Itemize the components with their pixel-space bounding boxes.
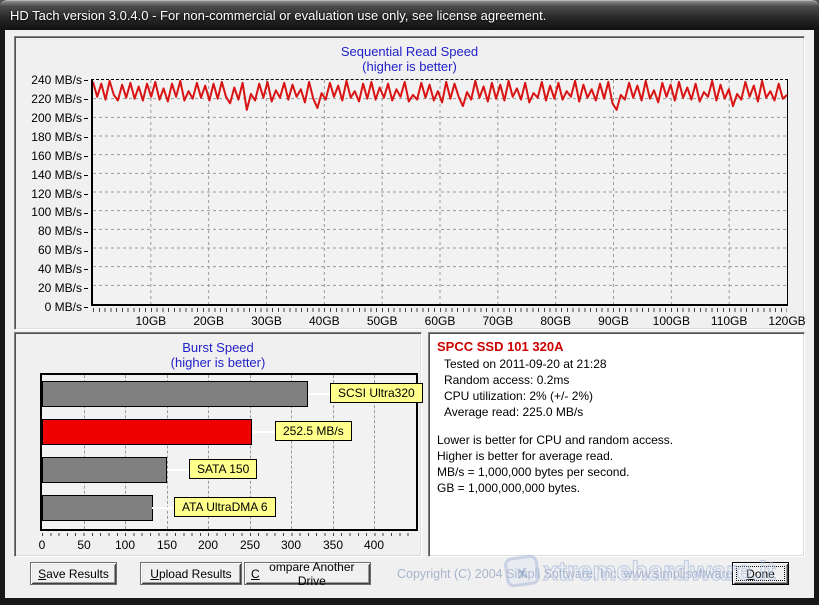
burst-x-tick-label: 400	[354, 538, 394, 552]
sequential-read-line-chart	[93, 80, 787, 304]
burst-label-ata-ultradma6: ATA UltraDMA 6	[174, 497, 276, 517]
x-tick-label: 80GB	[528, 314, 584, 328]
burst-bar-ata-ultradma6	[42, 495, 153, 521]
y-tick-label: 80 MB/s	[15, 224, 88, 238]
burst-plot-area: SCSI Ultra320 252.5 MB/s SATA 150 ATA Ul…	[40, 373, 418, 531]
burst-x-tick-label: 300	[271, 538, 311, 552]
upload-results-button[interactable]: Upload Results	[140, 562, 242, 585]
save-results-button[interactable]: Save Results	[30, 562, 117, 585]
sequential-chart-title: Sequential Read Speed	[15, 44, 804, 59]
burst-x-tick-label: 350	[313, 538, 353, 552]
sequential-read-panel: Sequential Read Speed (higher is better)…	[14, 36, 805, 330]
sequential-plot-area	[91, 79, 788, 306]
burst-chart-subtitle: (higher is better)	[15, 355, 421, 370]
sequential-x-axis-labels: 10GB20GB30GB40GB50GB60GB70GB80GB90GB100G…	[91, 314, 788, 330]
x-tick-label: 100GB	[643, 314, 699, 328]
burst-x-tick-label: 150	[147, 538, 187, 552]
burst-x-tick-label: 200	[188, 538, 228, 552]
compare-another-drive-button[interactable]: Compare Another Drive	[244, 562, 371, 585]
sequential-x-minor-ticks	[93, 308, 787, 312]
burst-speed-panel: Burst Speed (higher is better) SCSI Ultr…	[14, 332, 422, 557]
y-tick-label: 160 MB/s	[15, 149, 88, 163]
client-area: Sequential Read Speed (higher is better)…	[5, 30, 814, 598]
y-tick-label: 180 MB/s	[15, 130, 88, 144]
y-tick-label: 60 MB/s	[15, 243, 88, 257]
y-tick-label: 120 MB/s	[15, 187, 88, 201]
sequential-y-axis-labels: 240 MB/s220 MB/s200 MB/s180 MB/s160 MB/s…	[15, 79, 88, 319]
y-tick-label: 200 MB/s	[15, 111, 88, 125]
random-access-text: Random access: 0.2ms	[444, 372, 796, 388]
burst-bar-tested-drive	[42, 419, 252, 445]
x-tick-label: 120GB	[759, 314, 815, 328]
window-titlebar[interactable]: HD Tach version 3.0.4.0 - For non-commer…	[0, 0, 819, 30]
window-title: HD Tach version 3.0.4.0 - For non-commer…	[10, 8, 546, 23]
y-tick-label: 240 MB/s	[15, 73, 88, 87]
tested-on-text: Tested on 2011-09-20 at 21:28	[444, 356, 796, 372]
burst-chart-title: Burst Speed	[15, 340, 421, 355]
y-tick-label: 140 MB/s	[15, 168, 88, 182]
sequential-chart-subtitle: (higher is better)	[15, 59, 804, 74]
note-line: Higher is better for average read.	[437, 448, 796, 464]
burst-label-connector	[167, 469, 191, 471]
x-tick-label: 50GB	[354, 314, 410, 328]
burst-x-tick-label: 50	[64, 538, 104, 552]
burst-x-minor-ticks	[42, 533, 416, 536]
burst-label-connector	[308, 393, 332, 395]
burst-x-tick-label: 100	[105, 538, 145, 552]
x-tick-label: 40GB	[296, 314, 352, 328]
x-tick-label: 90GB	[586, 314, 642, 328]
burst-x-tick-label: 0	[22, 538, 62, 552]
x-tick-label: 10GB	[123, 314, 179, 328]
copyright-text: Copyright (C) 2004 Simpli Software, Inc.…	[397, 567, 727, 581]
x-tick-label: 30GB	[239, 314, 295, 328]
drive-info-panel: SPCC SSD 101 320A Tested on 2011-09-20 a…	[428, 332, 805, 557]
done-button[interactable]: Done	[732, 562, 789, 585]
burst-x-tick-label: 250	[230, 538, 270, 552]
average-read-text: Average read: 225.0 MB/s	[444, 404, 796, 420]
note-line: Lower is better for CPU and random acces…	[437, 432, 796, 448]
y-tick-label: 100 MB/s	[15, 205, 88, 219]
cpu-utilization-text: CPU utilization: 2% (+/- 2%)	[444, 388, 796, 404]
burst-x-axis-labels: 050100150200250300350400	[40, 538, 418, 554]
y-tick-label: 0 MB/s	[15, 300, 88, 314]
app-window: HD Tach version 3.0.4.0 - For non-commer…	[0, 0, 819, 605]
burst-label-connector	[252, 431, 277, 433]
burst-label-scsi-ultra320: SCSI Ultra320	[330, 383, 423, 403]
burst-label-tested-drive-value: 252.5 MB/s	[275, 421, 352, 441]
burst-label-connector	[152, 507, 176, 509]
y-tick-label: 40 MB/s	[15, 262, 88, 276]
x-tick-label: 20GB	[181, 314, 237, 328]
x-tick-label: 60GB	[412, 314, 468, 328]
burst-bar-scsi-ultra320	[42, 381, 308, 407]
x-tick-label: 110GB	[701, 314, 757, 328]
y-tick-label: 220 MB/s	[15, 92, 88, 106]
burst-bar-sata-150	[42, 457, 167, 483]
burst-label-sata-150: SATA 150	[189, 459, 257, 479]
note-line: GB = 1,000,000,000 bytes.	[437, 480, 796, 496]
y-tick-label: 20 MB/s	[15, 281, 88, 295]
note-line: MB/s = 1,000,000 bytes per second.	[437, 464, 796, 480]
drive-name: SPCC SSD 101 320A	[437, 339, 796, 354]
x-tick-label: 70GB	[470, 314, 526, 328]
